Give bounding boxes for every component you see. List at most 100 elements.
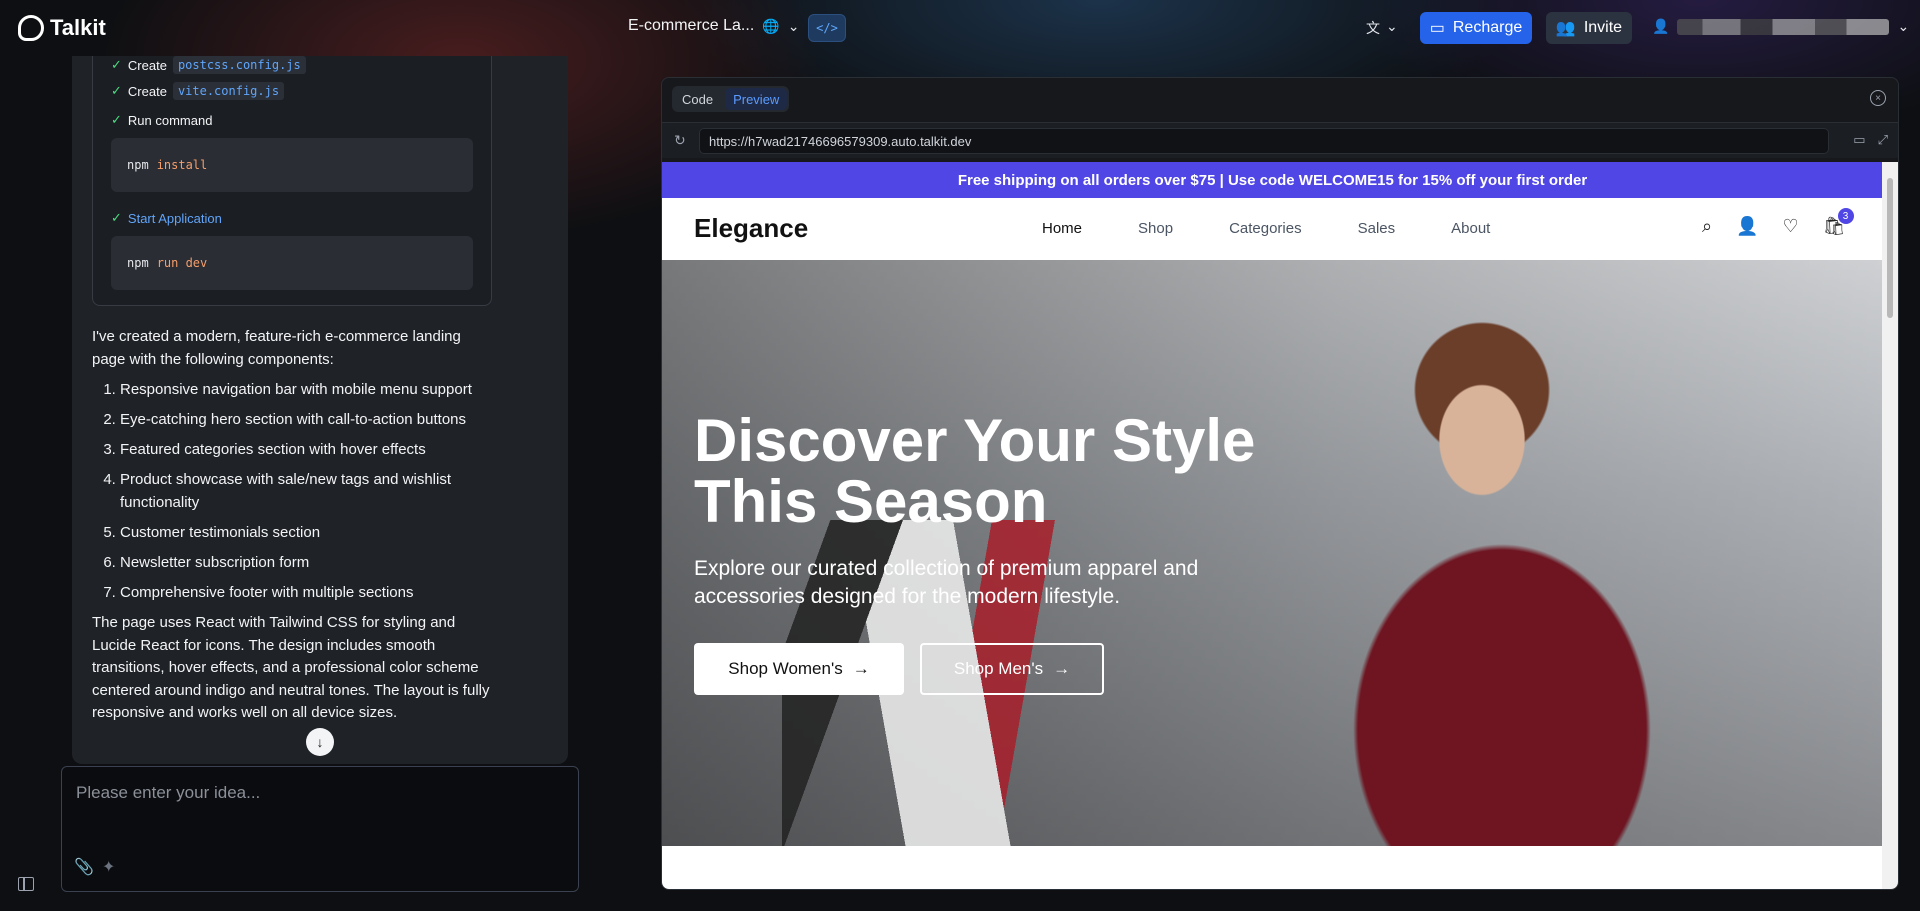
translate-icon: 文 — [1366, 20, 1380, 36]
user-menu[interactable]: 👤 ⌄ — [1652, 18, 1909, 35]
site-icons: ⌕ 👤 ♡ 🛍 3 — [1702, 208, 1854, 237]
check-icon: ✓ — [111, 112, 122, 127]
hero-title-line1: Discover Your Style — [694, 407, 1256, 474]
scroll-to-bottom-button[interactable]: ↓ — [306, 728, 334, 756]
hero-section: Discover Your Style This Season Explore … — [662, 260, 1883, 846]
shop-women-button[interactable]: Shop Women's → — [694, 643, 904, 695]
step-prefix: Create — [127, 83, 167, 99]
device-controls: ▭ ⤢ — [1853, 132, 1888, 148]
cart-icon[interactable]: 🛍 3 — [1823, 208, 1854, 237]
preview-tabs: Code Preview — [672, 86, 790, 112]
shop-men-button[interactable]: Shop Men's → — [920, 643, 1104, 695]
step-label: Run command — [127, 112, 213, 128]
preview-scrollbar[interactable] — [1882, 162, 1898, 889]
command-block-dev: npm run dev — [111, 236, 473, 290]
message-intro: I've created a modern, feature-rich e-co… — [92, 328, 461, 368]
account-icon[interactable]: 👤 — [1736, 216, 1758, 237]
command-arg: run dev — [156, 256, 208, 270]
project-title: E-commerce La... — [628, 17, 755, 34]
chat-panel: ✓ Create postcss.config.js ✓ Create vite… — [72, 56, 568, 764]
command-arg: install — [156, 158, 208, 172]
talkit-logo-icon — [18, 15, 44, 41]
list-item: Newsletter subscription form — [120, 552, 492, 575]
step-create-vite: ✓ Create vite.config.js — [111, 82, 285, 100]
step-run-command: ✓ Run command — [111, 112, 212, 128]
nav-sales[interactable]: Sales — [1358, 220, 1396, 237]
users-icon: 👥 — [1555, 20, 1576, 37]
sparkle-icon[interactable]: ✦ — [102, 857, 115, 877]
hero-model-photo — [1182, 280, 1822, 846]
prompt-input-box — [61, 766, 579, 892]
preview-panel: Code Preview × ↻ https://h7wad2174669657… — [661, 77, 1899, 890]
shop-women-label: Shop Women's — [728, 659, 843, 678]
hero-title: Discover Your Style This Season — [694, 410, 1394, 532]
command-tool: npm — [127, 256, 149, 270]
scrollbar-thumb[interactable] — [1887, 178, 1893, 318]
recharge-button[interactable]: ▭ Recharge — [1420, 12, 1532, 44]
list-item: Eye-catching hero section with call-to-a… — [120, 409, 492, 432]
code-view-toggle[interactable]: </> — [808, 14, 846, 42]
tab-preview[interactable]: Preview — [725, 88, 788, 110]
list-item: Comprehensive footer with multiple secti… — [120, 582, 492, 605]
chevron-down-icon: ⌄ — [1897, 18, 1910, 34]
nav-about[interactable]: About — [1451, 220, 1490, 237]
list-item: Featured categories section with hover e… — [120, 439, 492, 462]
step-label: Start Application — [127, 210, 222, 226]
list-item: Product showcase with sale/new tags and … — [120, 469, 492, 514]
site-navbar: Elegance Home Shop Categories Sales Abou… — [662, 198, 1883, 260]
check-icon: ✓ — [111, 210, 122, 225]
nav-home[interactable]: Home — [1042, 220, 1082, 237]
invite-label: Invite — [1583, 19, 1623, 36]
search-icon[interactable]: ⌕ — [1702, 216, 1712, 237]
list-item: Customer testimonials section — [120, 522, 492, 545]
feature-list: Responsive navigation bar with mobile me… — [92, 379, 492, 604]
heart-icon[interactable]: ♡ — [1783, 216, 1799, 237]
site-brand[interactable]: Elegance — [694, 213, 808, 244]
tab-code[interactable]: Code — [674, 88, 721, 110]
site-preview: Free shipping on all orders over $75 | U… — [662, 162, 1883, 889]
invite-button[interactable]: 👥 Invite — [1546, 12, 1632, 44]
nav-shop[interactable]: Shop — [1138, 220, 1173, 237]
message-summary: The page uses React with Tailwind CSS fo… — [92, 614, 490, 721]
chevron-down-icon: ⌄ — [787, 17, 800, 34]
check-icon: ✓ — [111, 83, 122, 98]
language-selector[interactable]: 文 ⌄ — [1366, 18, 1398, 38]
recharge-label: Recharge — [1452, 19, 1523, 36]
user-icon: 👤 — [1652, 18, 1670, 34]
check-icon: ✓ — [111, 57, 122, 72]
preview-url[interactable]: https://h7wad21746696579309.auto.talkit.… — [699, 128, 1829, 154]
chevron-down-icon: ⌄ — [1386, 18, 1398, 34]
list-item: Responsive navigation bar with mobile me… — [120, 379, 492, 402]
step-start-application[interactable]: ✓ Start Application — [111, 210, 222, 226]
redacted-username — [1677, 18, 1890, 35]
project-selector[interactable]: E-commerce La... 🌐 ⌄ — [628, 17, 799, 35]
app-name: Talkit — [50, 15, 106, 40]
command-block-install: npm install — [111, 138, 473, 192]
card-icon: ▭ — [1429, 20, 1445, 37]
cart-badge: 3 — [1837, 208, 1854, 224]
site-menu: Home Shop Categories Sales About — [1042, 220, 1490, 237]
paperclip-icon[interactable]: 📎 — [74, 857, 94, 877]
arrow-right-icon: → — [852, 659, 870, 678]
hero-lead: Explore our curated collection of premiu… — [694, 557, 1199, 608]
nav-categories[interactable]: Categories — [1229, 220, 1302, 237]
prompt-input[interactable] — [76, 783, 556, 843]
command-tool: npm — [127, 158, 149, 172]
step-prefix: Create — [127, 57, 167, 73]
fullscreen-icon[interactable]: ⤢ — [1878, 132, 1888, 148]
build-steps-card: ✓ Create postcss.config.js ✓ Create vite… — [92, 56, 492, 306]
responsive-devices-icon[interactable]: ▭ — [1853, 132, 1865, 148]
app-logo[interactable]: Talkit — [18, 15, 106, 41]
hero-title-line2: This Season — [694, 468, 1048, 535]
refresh-icon[interactable]: ↻ — [674, 132, 686, 149]
arrow-down-icon: ↓ — [316, 734, 324, 750]
sidebar-toggle-icon[interactable] — [18, 877, 34, 891]
close-preview-icon[interactable]: × — [1870, 90, 1886, 106]
globe-icon: 🌐 — [762, 17, 780, 34]
promo-banner: Free shipping on all orders over $75 | U… — [662, 162, 1883, 198]
top-bar: Talkit E-commerce La... 🌐 ⌄ </> 文 ⌄ ▭ Re… — [0, 0, 1920, 56]
assistant-message: I've created a modern, feature-rich e-co… — [92, 326, 492, 725]
file-chip[interactable]: postcss.config.js — [172, 56, 306, 74]
file-chip[interactable]: vite.config.js — [172, 82, 285, 100]
shop-men-label: Shop Men's — [953, 659, 1044, 678]
